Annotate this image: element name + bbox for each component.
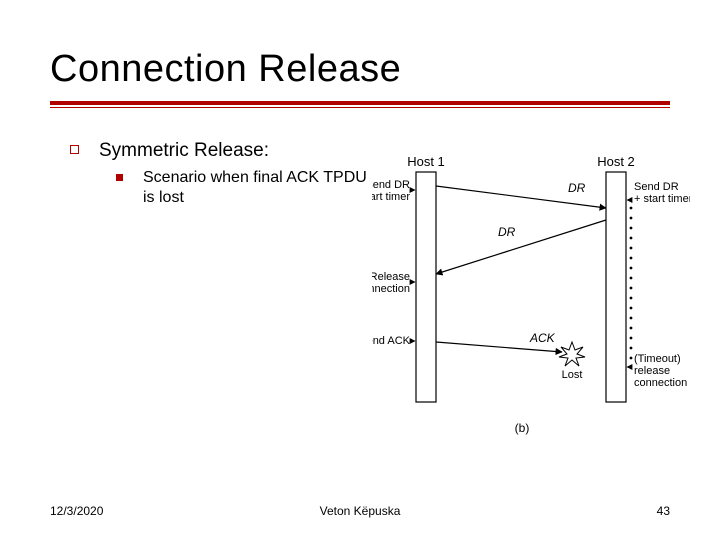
lost-starburst-icon: [559, 342, 585, 366]
timeout-label: (Timeout)releaseconnection: [634, 353, 687, 389]
host1-label: Host 1: [407, 154, 445, 169]
slide-title: Connection Release: [50, 48, 670, 91]
ack-msg: ACK: [529, 331, 556, 345]
dr2-msg: DR: [498, 225, 516, 239]
dr1-msg: DR: [568, 181, 586, 195]
footer-page-number: 43: [657, 504, 670, 518]
bullet-level1-text: Symmetric Release:: [99, 140, 269, 162]
footer-date: 12/3/2020: [50, 504, 103, 518]
slide-footer: 12/3/2020 Veton Këpuska 43: [50, 504, 670, 518]
footer-author: Veton Këpuska: [320, 504, 401, 518]
bullet-level2-text: Scenario when final ACK TPDU is lost: [143, 168, 373, 208]
sequence-diagram: Host 1 Host 2 Send DR+ start ti: [372, 152, 690, 452]
send-dr-label: Send DR+ start timer: [372, 179, 410, 203]
host2-label: Host 2: [597, 154, 635, 169]
lost-label: Lost: [562, 369, 583, 381]
bullet-open-square-icon: [70, 145, 79, 154]
bullet-filled-square-icon: [116, 174, 123, 181]
send-dr2-label: Send DR+ start timer: [634, 181, 690, 205]
send-ack-label: Send ACK: [372, 335, 411, 347]
title-rule: [50, 101, 670, 108]
release-label: Releaseconnection: [372, 271, 410, 295]
sublabel: (b): [515, 421, 530, 435]
